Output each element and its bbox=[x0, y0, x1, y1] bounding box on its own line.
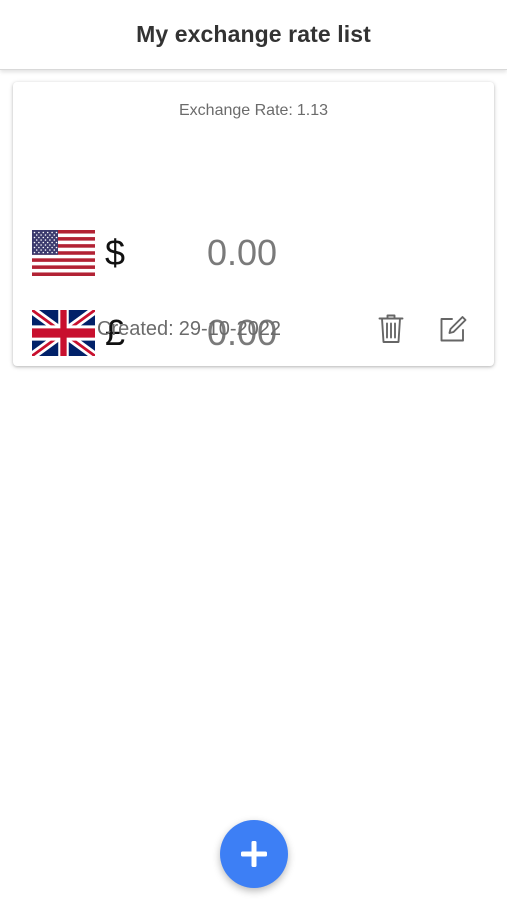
created-date: 29-10-2022 bbox=[178, 318, 282, 340]
exchange-rate-label: Exchange Rate: bbox=[179, 102, 293, 119]
exchange-rate-text: Exchange Rate: 1.13 bbox=[13, 102, 494, 120]
edit-icon bbox=[440, 316, 467, 342]
currency-row-usd: $ 0.00 bbox=[32, 228, 472, 278]
currency-symbol-usd: $ bbox=[105, 232, 126, 273]
exchange-rate-value: 1.13 bbox=[296, 102, 328, 119]
created-label: Created: bbox=[97, 318, 174, 340]
amount-usd[interactable]: 0.00 bbox=[207, 228, 277, 278]
add-button[interactable] bbox=[220, 820, 288, 888]
app-screen: My exchange rate list Exchange Rate: 1.13 bbox=[0, 0, 507, 900]
plus-icon bbox=[241, 841, 267, 867]
exchange-rate-card[interactable]: Exchange Rate: 1.13 $ 0.00 £ 0.00 Create… bbox=[13, 82, 494, 366]
us-flag-icon bbox=[32, 230, 95, 276]
delete-button[interactable] bbox=[374, 312, 408, 346]
card-footer: Created: 29-10-2022 bbox=[13, 310, 494, 350]
created-date-text: Created: 29-10-2022 bbox=[97, 318, 281, 341]
page-title: My exchange rate list bbox=[136, 21, 371, 47]
trash-icon bbox=[378, 314, 404, 343]
app-bar: My exchange rate list bbox=[0, 0, 507, 70]
edit-button[interactable] bbox=[436, 312, 470, 346]
